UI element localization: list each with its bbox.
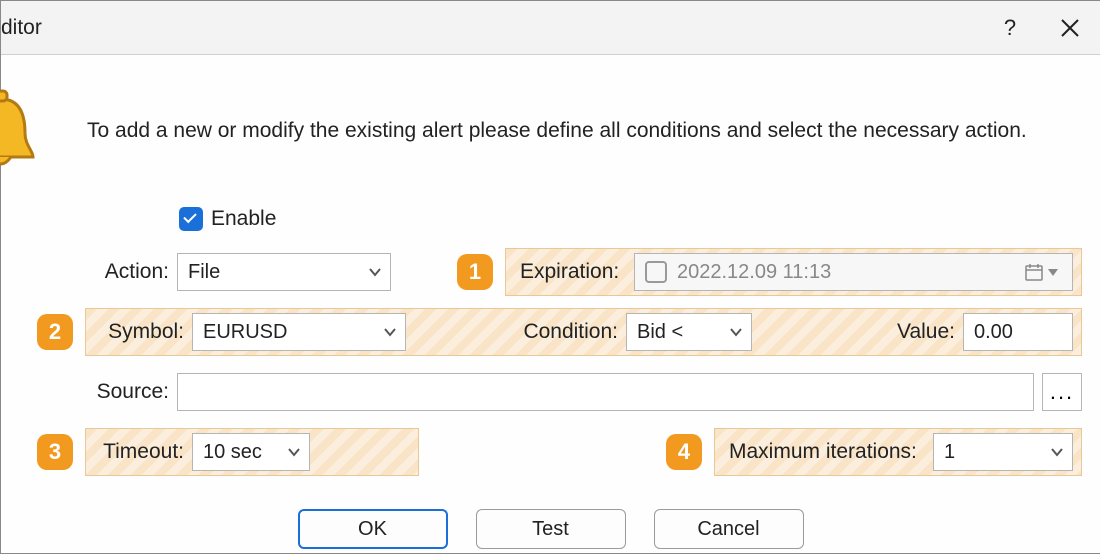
symbol-select[interactable]: EURUSD	[192, 313, 406, 351]
calendar-button[interactable]	[1024, 262, 1064, 282]
header: To add a new or modify the existing aler…	[1, 55, 1100, 207]
ok-button[interactable]: OK	[298, 509, 448, 549]
cancel-button[interactable]: Cancel	[654, 509, 804, 549]
source-input[interactable]	[177, 373, 1034, 411]
callout-2: 2	[37, 314, 73, 350]
symbol-label: Symbol:	[94, 320, 192, 344]
callout-1: 1	[457, 254, 493, 290]
close-icon	[1061, 19, 1079, 37]
enable-checkbox[interactable]	[179, 207, 203, 231]
expiration-checkbox[interactable]	[645, 261, 667, 283]
condition-value: Bid <	[637, 321, 683, 344]
button-row: OK Test Cancel	[1, 509, 1100, 549]
row-action-expiration: Action: File 1 Expiration: 2022.12.09 11…	[19, 245, 1082, 299]
action-label: Action:	[81, 260, 177, 284]
chevron-down-icon	[383, 325, 397, 339]
maxiter-select[interactable]: 1	[933, 433, 1073, 471]
row-source: Source: ...	[19, 365, 1082, 419]
bell-icon	[1, 73, 35, 189]
enable-label: Enable	[211, 207, 276, 231]
timeout-select[interactable]: 10 sec	[192, 433, 310, 471]
expiration-field[interactable]: 2022.12.09 11:13	[634, 253, 1073, 291]
enable-row: Enable	[1, 207, 1100, 245]
window-title: ditor	[1, 16, 42, 40]
row-timeout-maxiter: 3 Timeout: 10 sec 4 Maximum iterations: …	[19, 425, 1082, 479]
action-value: File	[188, 261, 220, 284]
titlebar: ditor ?	[1, 1, 1100, 55]
chevron-down-icon	[1050, 445, 1064, 459]
close-button[interactable]	[1040, 1, 1100, 55]
maxiter-value: 1	[944, 441, 955, 464]
callout-3: 3	[37, 434, 73, 470]
help-button[interactable]: ?	[980, 1, 1040, 55]
source-label: Source:	[81, 380, 177, 404]
calendar-icon	[1024, 262, 1044, 282]
form-area: Action: File 1 Expiration: 2022.12.09 11…	[19, 245, 1082, 479]
chevron-down-icon	[368, 265, 382, 279]
condition-label: Condition:	[406, 320, 626, 344]
maxiter-label: Maximum iterations:	[723, 440, 933, 464]
timeout-label: Timeout:	[94, 440, 192, 464]
condition-select[interactable]: Bid <	[626, 313, 752, 351]
instruction-text: To add a new or modify the existing aler…	[47, 119, 1027, 143]
test-button[interactable]: Test	[476, 509, 626, 549]
callout-4: 4	[666, 434, 702, 470]
timeout-value: 10 sec	[203, 441, 262, 464]
row-symbol: 2 Symbol: EURUSD Condition: Bid < Value:…	[19, 305, 1082, 359]
ok-label: OK	[358, 518, 387, 541]
chevron-down-icon	[729, 325, 743, 339]
test-label: Test	[532, 518, 569, 541]
browse-button[interactable]: ...	[1042, 373, 1082, 411]
chevron-down-icon	[287, 445, 301, 459]
value-label: Value:	[752, 320, 963, 344]
expiration-label: Expiration:	[514, 260, 634, 284]
cancel-label: Cancel	[697, 518, 759, 541]
expiration-value: 2022.12.09 11:13	[677, 261, 831, 284]
action-select[interactable]: File	[177, 253, 391, 291]
symbol-value: EURUSD	[203, 321, 287, 344]
browse-label: ...	[1050, 379, 1074, 405]
value-value: 0.00	[974, 321, 1013, 344]
value-input[interactable]: 0.00	[963, 313, 1073, 351]
